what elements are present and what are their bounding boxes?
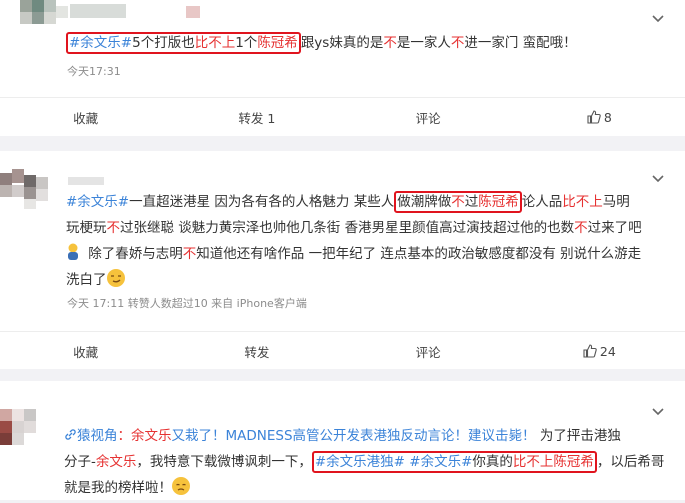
keyword-text: 比不上 <box>512 454 554 470</box>
favorite-label: 收藏 <box>73 344 99 360</box>
text-segment: 跟ys妹真的是 <box>300 35 384 51</box>
highlight-box: #余文乐港独# #余文乐#你真的比不上陈冠希 <box>311 451 597 473</box>
comment-label: 评论 <box>415 344 441 360</box>
text-line: #余文乐#一直超迷港星 因为各有各的人格魅力 某些人 做潮牌做不过陈冠希 论人品比不… <box>66 191 669 217</box>
text-segment: 玩梗玩 <box>66 220 107 236</box>
highlight-box: #余文乐#5个打版也比不上1个陈冠希 <box>66 32 301 54</box>
keyword-text: 不 <box>182 246 197 262</box>
text-line: 洗白了 <box>66 269 669 295</box>
blurred-badge <box>186 6 200 18</box>
blurred-username <box>70 4 126 18</box>
repost-button[interactable]: 转发 1 <box>171 98 342 136</box>
text-line: 猿视角：余文乐又栽了！MADNESS高管公开发表港独反动言论！建议击毙！ 为了抨… <box>64 425 669 451</box>
keyword-text: 余文乐 <box>131 428 172 444</box>
text-segment: 一直超迷港星 因为各有各的人格魅力 某些人 <box>129 194 395 210</box>
weibo-post-3: 猿视角：余文乐又栽了！MADNESS高管公开发表港独反动言论！建议击毙！ 为了抨… <box>0 381 685 500</box>
thumbs-up-icon <box>583 344 597 358</box>
text-segment: 1个 <box>235 35 258 51</box>
text-segment: 洗白了 <box>66 272 107 288</box>
avatar[interactable] <box>0 409 60 449</box>
keyword-text: 陈冠希 <box>478 194 519 210</box>
keyword-text: 不 <box>451 194 465 210</box>
keyword-text: 不 <box>450 35 465 51</box>
keyword-text: ： <box>117 428 132 444</box>
text-segment: 做潮牌做 <box>397 194 452 210</box>
text-segment: 论人品 <box>521 194 563 210</box>
text-line: 除了春娇与志明不知道他还有啥作品 一把年纪了 连点基本的政治敏感度都没有 别说什… <box>66 243 669 269</box>
weibo-post-1: #余文乐#5个打版也比不上1个陈冠希 跟ys妹真的是不是一家人不进一家门 蛮配哦！… <box>0 0 685 136</box>
hashtag-link[interactable]: #余文乐# <box>69 35 132 51</box>
repost-label: 转发 1 <box>238 110 276 126</box>
post-text: #余文乐#一直超迷港星 因为各有各的人格魅力 某些人 做潮牌做不过陈冠希 论人品比不… <box>66 191 669 295</box>
blurred-username <box>68 177 104 185</box>
keyword-text: 不 <box>106 220 121 236</box>
sad-emoji-icon <box>172 477 190 495</box>
text-line: #余文乐#5个打版也比不上1个陈冠希 跟ys妹真的是不是一家人不进一家门 蛮配哦！ <box>66 32 669 55</box>
post-text: #余文乐#5个打版也比不上1个陈冠希 跟ys妹真的是不是一家人不进一家门 蛮配哦！ <box>66 32 669 55</box>
text-segment: 5个打版也 <box>132 35 195 51</box>
keyword-text: 比不上 <box>562 194 603 210</box>
weibo-post-2: #余文乐#一直超迷港星 因为各有各的人格魅力 某些人 做潮牌做不过陈冠希 论人品比不… <box>0 151 685 369</box>
thumbs-up-icon <box>587 110 601 124</box>
like-button[interactable]: 8 <box>514 98 685 136</box>
hashtag-link[interactable]: 又栽了！MADNESS高管公开发表港独反动言论！建议击毙！ <box>172 428 536 444</box>
text-segment: 为了抨击港独 <box>535 428 621 444</box>
user-mention-link[interactable]: 猿视角 <box>77 428 118 444</box>
action-bar: 收藏 转发 1 评论 8 <box>0 97 685 136</box>
text-line: 分子-余文乐，我特意下载微博讽刺一下， #余文乐港独# #余文乐#你真的比不上陈冠… <box>64 451 669 477</box>
text-segment: 进一家门 蛮配哦！ <box>464 35 577 51</box>
keyword-text: 陈冠希 <box>257 35 298 51</box>
comment-button[interactable]: 评论 <box>343 332 514 370</box>
hashtag-link[interactable]: #余文乐# <box>66 194 129 210</box>
chevron-down-icon[interactable] <box>651 12 665 26</box>
chevron-down-icon[interactable] <box>651 172 665 186</box>
like-count: 24 <box>599 343 616 359</box>
link-icon <box>64 428 77 444</box>
hashtag-link[interactable]: #余文乐# <box>409 454 472 470</box>
post-meta: 今天 17:11 转赞人数超过10 来自 iPhone客户端 <box>67 297 307 310</box>
text-segment: 分子- <box>64 454 96 470</box>
repost-button[interactable]: 转发 <box>171 332 342 370</box>
keyword-text: 不 <box>383 35 397 51</box>
text-segment: 就是我的榜样啦！ <box>64 480 172 496</box>
like-button[interactable]: 24 <box>514 332 685 370</box>
post-meta: 今天17:31 <box>67 65 121 78</box>
keyword-text: 陈冠希 <box>553 454 594 470</box>
comment-button[interactable]: 评论 <box>343 98 514 136</box>
text-segment: 知道他还有啥作品 一把年纪了 连点基本的政治敏感度都没有 别说什么游走 <box>196 246 642 262</box>
avatar[interactable] <box>0 169 60 213</box>
text-segment: 你真的 <box>472 454 513 470</box>
favorite-label: 收藏 <box>73 110 99 126</box>
favorite-button[interactable]: 收藏 <box>0 332 171 370</box>
text-segment: ，以后希哥 <box>596 454 665 470</box>
keyword-text: 余文乐 <box>95 454 137 470</box>
thinking-emoji-icon <box>66 243 84 261</box>
highlight-box: 做潮牌做不过陈冠希 <box>394 191 522 213</box>
text-segment: 马明 <box>602 194 630 210</box>
avatar[interactable] <box>20 0 68 34</box>
text-segment: 过 <box>464 194 479 210</box>
keyword-text: 不 <box>574 220 588 236</box>
text-segment: 过来了吧 <box>587 220 642 236</box>
text-segment: 除了春娇与志明 <box>84 246 183 262</box>
text-segment: ，我特意下载微博讽刺一下， <box>136 454 312 470</box>
text-segment: 过张继聪 谈魅力黄宗泽也帅他几条街 香港男星里颜值高过演技超过他的也数 <box>120 220 575 236</box>
action-bar: 收藏 转发 评论 24 <box>0 331 685 370</box>
text-segment: 是一家人 <box>396 35 451 51</box>
favorite-button[interactable]: 收藏 <box>0 98 171 136</box>
like-count: 8 <box>603 109 612 125</box>
text-line: 玩梗玩不过张继聪 谈魅力黄宗泽也帅他几条街 香港男星里颜值高过演技超过他的也数不… <box>66 217 669 243</box>
smirk-emoji-icon <box>106 269 125 287</box>
chevron-down-icon[interactable] <box>651 405 665 419</box>
hashtag-link[interactable]: #余文乐港独# <box>315 454 405 470</box>
comment-label: 评论 <box>415 110 441 126</box>
text-line: 就是我的榜样啦！ <box>64 477 669 503</box>
repost-label: 转发 <box>244 344 270 360</box>
keyword-text: 比不上 <box>194 35 236 51</box>
post-text: 猿视角：余文乐又栽了！MADNESS高管公开发表港独反动言论！建议击毙！ 为了抨… <box>64 425 669 503</box>
